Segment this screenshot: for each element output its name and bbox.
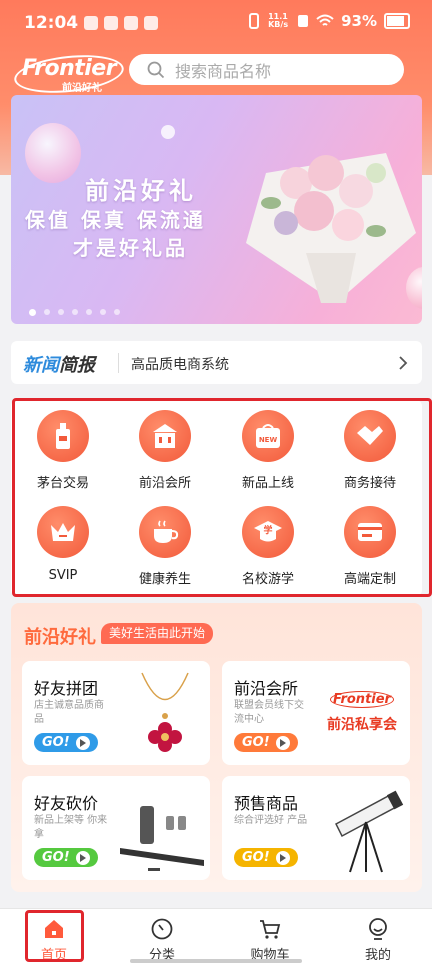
promo-section: 前沿好礼 美好生活由此开始 好友拼团 店主诚意品质商品 GO! 前沿会所 联盟会… [11,603,422,892]
go-button[interactable]: GO! [234,733,298,752]
tab-label: 我的 [364,948,391,963]
vibrate-icon [249,13,260,29]
promo-banner[interactable]: 前沿好礼 保值 保真 保流通 才是好礼品 [11,95,422,324]
banner-line-3: 才是好礼品 [73,236,188,260]
go-button[interactable]: GO! [34,733,98,752]
status-time: 12:04 [24,13,79,33]
profile-icon [369,918,387,940]
promo-subtitle: 美好生活由此开始 [101,623,214,644]
tab-cart[interactable]: 购物车 [230,909,310,965]
pagination-dot[interactable] [58,309,64,315]
network-speed: 11.1 KB/s [268,12,289,29]
sim-icon [298,15,309,27]
banner-pagination[interactable] [29,309,120,316]
card-title: 好友砍价 [34,794,99,813]
banner-title: 前沿好礼 [85,177,197,205]
status-bar: 12:04 11.1 KB/s 93% [0,0,432,48]
go-button[interactable]: GO! [34,848,98,867]
frontier-club-logo: Frontier 前沿私享会 [322,691,402,741]
promo-title: 前沿好礼 [24,627,96,648]
club-logo-cn: 前沿私享会 [327,717,397,733]
search-placeholder: 搜索商品名称 [175,61,272,81]
brand-logo[interactable]: Frontier 前沿好礼 [12,50,126,98]
logo-subtext: 前沿好礼 [62,83,102,94]
category-highlight-box [12,398,432,597]
pagination-dot[interactable] [72,309,78,315]
pagination-dot[interactable] [44,309,50,315]
search-icon [147,61,165,78]
card-desc: 联盟会员线下交流中心 [234,700,304,725]
battery-percent: 93% [341,12,377,30]
cart-icon [260,920,281,939]
card-desc: 综合评选好 产品 [234,815,308,826]
home-tab-highlight-box [25,910,84,962]
logo-text: Frontier [22,56,117,81]
card-title: 好友拼团 [34,679,99,698]
search-input[interactable]: 搜索商品名称 [129,54,404,85]
flower-bouquet-image [246,153,416,303]
news-tag: 新闻简报 [23,355,95,376]
pagination-dot[interactable] [100,309,106,315]
tab-profile[interactable]: 我的 [338,909,418,965]
promo-card-bargain[interactable]: 好友砍价 新品上架等 你来拿 GO! [22,776,210,880]
banner-line-2: 保值 保真 保流通 [25,208,206,232]
status-right: 11.1 KB/s 93% [247,12,410,30]
notification-icons [84,16,158,30]
chevron-right-icon[interactable] [398,355,408,371]
promo-card-group-buy[interactable]: 好友拼团 店主诚意品质商品 GO! [22,661,210,765]
card-title: 前沿会所 [234,679,299,698]
card-desc: 店主诚意品质商品 [34,700,104,725]
gesture-bar [130,959,302,963]
news-text: 高品质电商系统 [131,357,229,373]
pagination-dot[interactable] [114,309,120,315]
pagination-dot[interactable] [29,309,36,316]
necklace-image [141,672,189,752]
telescope-image [335,790,404,873]
battery-icon [384,13,410,29]
compass-icon [151,918,173,940]
pagination-dot[interactable] [86,309,92,315]
card-desc: 新品上架等 你来拿 [34,815,108,840]
promo-card-club[interactable]: 前沿会所 联盟会员线下交流中心 GO! Frontier 前沿私享会 [222,661,410,765]
club-logo-en: Frontier [330,691,394,708]
tab-category[interactable]: 分类 [122,909,202,965]
card-title: 预售商品 [234,794,299,813]
speaker-set-image [120,806,204,871]
go-button[interactable]: GO! [234,848,298,867]
wifi-icon [316,14,334,26]
promo-card-presale[interactable]: 预售商品 综合评选好 产品 GO! [222,776,410,880]
news-bulletin[interactable]: 新闻简报 高品质电商系统 [11,341,422,384]
